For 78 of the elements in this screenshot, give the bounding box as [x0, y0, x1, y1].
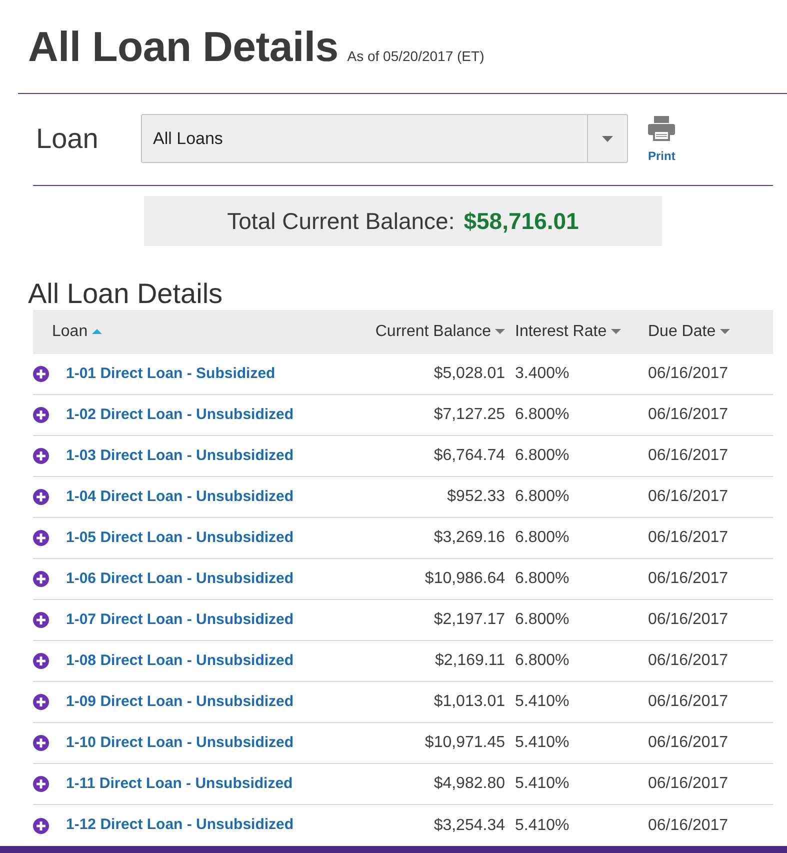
interest-rate-cell-text: 5.410%	[515, 692, 570, 712]
balance-cell-text: $5,028.01	[432, 364, 506, 384]
caret-icon	[602, 136, 613, 142]
due-date-cell-text: 06/16/2017	[648, 405, 730, 425]
plus-circle-icon[interactable]	[33, 489, 49, 505]
print-button[interactable]: Print	[648, 114, 676, 163]
loan-select[interactable]: All Loans	[141, 114, 628, 163]
interest-rate-cell-text: 3.400%	[515, 364, 570, 384]
loan-link[interactable]: 1-12 Direct Loan - Unsubsidized	[66, 814, 294, 837]
due-date-cell-text: 06/16/2017	[648, 774, 730, 794]
balance-cell-text: $3,269.16	[432, 528, 506, 548]
column-header[interactable]: Due Date	[648, 323, 730, 340]
plus-circle-icon[interactable]	[33, 530, 49, 546]
loan-link[interactable]: 1-01 Direct Loan - Subsidized	[66, 362, 276, 386]
due-date-cell-text: 06/16/2017	[648, 816, 730, 836]
plus-circle-icon[interactable]	[33, 612, 49, 628]
loan-link[interactable]: 1-04 Direct Loan - Unsubsidized	[66, 486, 294, 508]
loan-link[interactable]: 1-03 Direct Loan - Unsubsidized	[66, 444, 294, 468]
loan-link[interactable]: 1-02 Direct Loan - Unsubsidized	[66, 404, 294, 426]
loan-link[interactable]: 1-10 Direct Loan - Unsubsidized	[66, 732, 294, 754]
interest-rate-cell-text: 6.800%	[515, 405, 570, 425]
interest-rate-cell-text: 6.800%	[515, 487, 570, 507]
due-date-cell-text: 06/16/2017	[648, 364, 730, 384]
plus-circle-icon[interactable]	[33, 366, 49, 382]
plus-circle-icon[interactable]	[33, 653, 49, 669]
loan-link[interactable]: 1-06 Direct Loan - Unsubsidized	[66, 568, 294, 590]
loan-link[interactable]: 1-09 Direct Loan - Unsubsidized	[66, 690, 294, 714]
sort-down-caret-icon	[610, 329, 621, 334]
interest-rate-cell-text: 6.800%	[515, 651, 570, 671]
interest-rate-cell-text: 5.410%	[515, 816, 570, 836]
interest-rate-cell-text: 5.410%	[515, 774, 570, 794]
due-date-cell-text: 06/16/2017	[648, 487, 730, 507]
sort-up-caret-icon	[92, 329, 102, 334]
interest-rate-cell-text: 6.800%	[515, 569, 570, 589]
page-title: All Loan Details	[28, 22, 338, 72]
sort-down-caret-icon	[495, 329, 505, 334]
plus-circle-icon[interactable]	[33, 735, 49, 751]
interest-rate-cell-text: 6.800%	[515, 610, 570, 630]
column-header[interactable]: Interest Rate	[515, 323, 621, 340]
loan-link[interactable]: 1-07 Direct Loan - Unsubsidized	[66, 608, 294, 632]
balance-cell-text: $6,764.74	[432, 446, 506, 466]
loan-link[interactable]: 1-08 Direct Loan - Unsubsidized	[66, 650, 294, 672]
interest-rate-cell-text: 6.800%	[515, 528, 570, 548]
loan-link[interactable]: 1-05 Direct Loan - Unsubsidized	[66, 526, 294, 550]
plus-circle-icon[interactable]	[33, 776, 49, 792]
column-header[interactable]: Current Balance	[375, 323, 505, 340]
plus-circle-icon[interactable]	[33, 448, 49, 464]
interest-rate-cell-text: 6.800%	[515, 446, 570, 466]
balance-cell-text: $10,986.64	[424, 569, 506, 589]
balance-cell-text: $2,169.11	[434, 651, 506, 671]
sort-down-caret-icon	[720, 329, 730, 334]
due-date-cell-text: 06/16/2017	[648, 692, 730, 712]
due-date-cell-text: 06/16/2017	[648, 733, 730, 753]
due-date-cell-text: 06/16/2017	[648, 446, 730, 466]
plus-circle-icon[interactable]	[33, 818, 49, 834]
balance-cell-text: $1,013.01	[432, 692, 506, 712]
plus-circle-icon[interactable]	[33, 571, 49, 587]
balance-cell-text: $10,971.45	[424, 733, 506, 753]
due-date-cell-text: 06/16/2017	[648, 569, 730, 589]
loan-label: Loan	[36, 122, 100, 156]
as-of-date: As of 05/20/2017 (ET)	[347, 47, 484, 66]
plus-circle-icon[interactable]	[33, 694, 49, 710]
loan-link[interactable]: 1-11 Direct Loan - Unsubsidized	[66, 772, 293, 796]
interest-rate-cell-text: 5.410%	[515, 733, 570, 753]
total-balance-value: $58,716.01	[464, 206, 579, 236]
balance-cell-text: $4,982.80	[432, 774, 506, 794]
due-date-cell-text: 06/16/2017	[648, 528, 730, 548]
printer-icon	[648, 116, 676, 141]
balance-cell-text: $7,127.25	[432, 405, 506, 425]
column-header[interactable]: Loan	[52, 323, 102, 340]
balance-cell-text: $3,254.34	[432, 816, 506, 836]
total-balance-label: Total Current Balance:	[227, 206, 455, 236]
plus-circle-icon[interactable]	[33, 407, 49, 423]
balance-cell-text: $952.33	[446, 487, 506, 507]
balance-cell-text: $2,197.17	[432, 610, 506, 630]
due-date-cell-text: 06/16/2017	[648, 651, 730, 671]
section-title: All Loan Details	[28, 278, 224, 310]
due-date-cell-text: 06/16/2017	[648, 610, 730, 630]
